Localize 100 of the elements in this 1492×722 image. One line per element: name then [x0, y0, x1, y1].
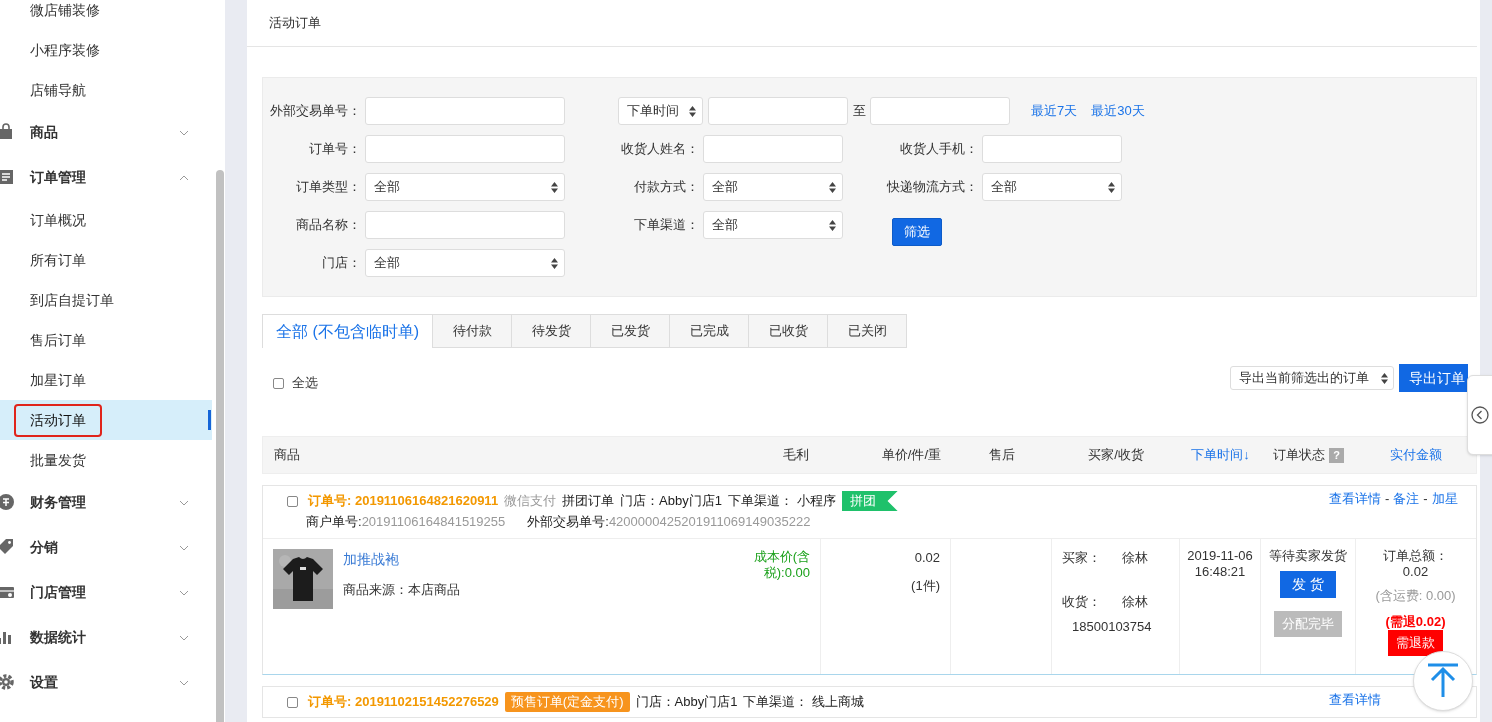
updown-caret-icon — [551, 181, 558, 193]
tab[interactable]: 已发货 — [591, 314, 671, 348]
order-info: 下单渠道： 小程序 — [728, 492, 836, 511]
column-header: 单价/件/重 — [881, 446, 941, 465]
chevron-down-icon — [179, 680, 189, 686]
field-label: 下单渠道： — [633, 216, 700, 235]
field-label: 订单类型： — [295, 178, 362, 197]
sidebar-item[interactable]: 微店铺装修 — [0, 0, 212, 30]
input-field[interactable] — [365, 97, 565, 125]
field-label: 门店： — [321, 254, 362, 273]
order-link[interactable]: 加星 — [1431, 489, 1458, 509]
order-info: 拼团订单 — [562, 492, 615, 511]
updown-caret-icon — [829, 219, 836, 231]
input-field[interactable] — [708, 97, 848, 125]
order-info: 20191106164841519255 — [361, 513, 506, 532]
updown-caret-icon — [829, 181, 836, 193]
field-label: 收货人手机： — [899, 140, 979, 159]
column-header[interactable]: 下单时间↓ — [1191, 445, 1250, 465]
ship-button[interactable]: 发 货 — [1280, 571, 1336, 598]
order-link[interactable]: 查看详情 — [1329, 489, 1381, 509]
updown-caret-icon — [1108, 181, 1115, 193]
presale-tag: 预售订单(定金支付) — [504, 692, 630, 712]
tab[interactable]: 待付款 — [433, 314, 513, 348]
tab[interactable]: 已关闭 — [828, 314, 908, 348]
sidebar-item[interactable]: 订单概况 — [0, 200, 212, 240]
sidebar-item[interactable]: 活动订单 — [0, 400, 212, 440]
sidebar-item[interactable]: 所有订单 — [0, 240, 212, 280]
sidebar-item[interactable]: 售后订单 — [0, 320, 212, 360]
buyer-label: 买家： — [1062, 549, 1102, 567]
sidebar-group[interactable]: 数据统计 — [0, 615, 212, 660]
select-field[interactable]: 全部 — [365, 249, 565, 277]
tab[interactable]: 待发货 — [512, 314, 592, 348]
sidebar-item[interactable]: 小程序装修 — [0, 30, 212, 70]
sidebar-group[interactable]: 设置 — [0, 660, 212, 705]
export-button[interactable]: 导出订单 — [1399, 364, 1468, 392]
product-link[interactable]: 加推战袍 — [343, 549, 740, 570]
chevron-down-icon — [179, 590, 189, 596]
input-field[interactable] — [365, 135, 565, 163]
buyer-name: 徐林 — [1122, 592, 1148, 611]
input-field[interactable] — [365, 211, 565, 239]
total-amount: 0.02 — [1402, 564, 1429, 580]
link-separator: - — [1385, 490, 1390, 508]
unit-price: 0.02 — [914, 549, 940, 567]
select-field[interactable]: 全部 — [703, 211, 843, 239]
sidebar-item[interactable]: 到店自提订单 — [0, 280, 212, 320]
order-link[interactable]: 查看详情 — [1329, 690, 1381, 710]
sidebar-group[interactable]: 门店管理 — [0, 570, 212, 615]
checkbox[interactable] — [273, 377, 284, 389]
column-header[interactable]: 实付金额 — [1389, 445, 1442, 465]
checkbox[interactable] — [287, 696, 298, 708]
select-field[interactable]: 全部 — [365, 173, 565, 201]
range-separator: 至 — [851, 102, 867, 121]
column-header: 售后 — [988, 446, 1015, 465]
refund-amount: (需退0.02) — [1385, 614, 1446, 630]
group-buy-tag: 拼团 — [841, 491, 898, 511]
order-info: 下单渠道： 线上商城 — [743, 693, 864, 712]
filter-button[interactable]: 筛选 — [892, 218, 942, 246]
scrollbar-thumb[interactable] — [216, 170, 224, 722]
sidebar-group[interactable]: 财务管理 — [0, 480, 212, 525]
order-info: 4200000425201911069149035222 — [608, 513, 811, 532]
sidebar-group[interactable]: 商品 — [0, 110, 212, 155]
updown-caret-icon — [689, 105, 696, 117]
chevron-down-icon — [179, 635, 189, 641]
column-header: 买家/收货 — [1088, 446, 1144, 465]
tab[interactable]: 全部 (不包含临时单) — [262, 314, 434, 348]
tab[interactable]: 已完成 — [670, 314, 750, 348]
chevron-down-icon — [179, 500, 189, 506]
checkbox-label: 全选 — [292, 374, 318, 393]
chevron-down-icon — [179, 130, 189, 136]
phone-number: 18500103754 — [1071, 618, 1153, 636]
buyer-name: 徐林 — [1122, 549, 1148, 567]
refund-button[interactable]: 需退款 — [1388, 630, 1443, 656]
tab[interactable]: 已收货 — [749, 314, 829, 348]
sidebar-item[interactable]: 店铺导航 — [0, 70, 212, 110]
input-field[interactable] — [703, 135, 843, 163]
order-info: 外部交易单号: — [527, 513, 609, 532]
checkbox[interactable] — [287, 495, 298, 507]
bag-icon — [0, 123, 15, 141]
input-field[interactable] — [870, 97, 1010, 125]
select-field[interactable]: 全部 — [982, 173, 1122, 201]
date-link[interactable]: 最近30天 — [1091, 101, 1145, 121]
field-label: 订单号： — [308, 140, 362, 159]
updown-caret-icon — [551, 257, 558, 269]
sidebar-group[interactable]: 订单管理 — [0, 155, 212, 200]
select-field[interactable]: 导出当前筛选出的订单 — [1230, 366, 1394, 390]
sidebar-item[interactable]: 加星订单 — [0, 360, 212, 400]
date-link[interactable]: 最近7天 — [1031, 101, 1078, 121]
select-field[interactable]: 全部 — [703, 173, 843, 201]
column-header: 订单状态 — [1273, 446, 1325, 465]
sidebar-group[interactable]: 分销 — [0, 525, 212, 570]
select-field[interactable]: 下单时间 — [618, 97, 703, 125]
cost-price: 成本价(含税):0.00 — [752, 549, 810, 582]
order-link[interactable]: 备注 — [1393, 489, 1420, 509]
quantity: (1件) — [911, 576, 940, 595]
side-panel-handle[interactable] — [1467, 375, 1492, 455]
order-info: 门店：Abby门店1 — [620, 492, 722, 511]
updown-caret-icon — [1381, 372, 1388, 384]
input-field[interactable] — [982, 135, 1122, 163]
field-label: 收货人姓名： — [620, 140, 700, 159]
sidebar-item[interactable]: 批量发货 — [0, 440, 212, 480]
